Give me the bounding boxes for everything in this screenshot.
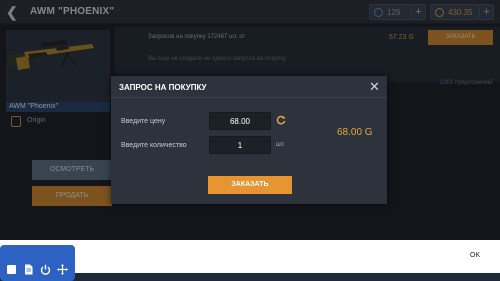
quantity-input[interactable]: 1: [209, 136, 271, 154]
purchase-request-dialog: ЗАПРОС НА ПОКУПКУ ✕ Введите цену 68.00 В…: [111, 76, 387, 204]
close-icon[interactable]: ✕: [369, 80, 380, 94]
bottom-notification-strip: [0, 240, 500, 273]
move-icon[interactable]: [57, 264, 68, 275]
dialog-header: ЗАПРОС НА ПОКУПКУ ✕: [111, 76, 387, 98]
document-icon[interactable]: [23, 264, 34, 275]
gold-currency-icon: [276, 115, 286, 125]
floating-toolbar: [0, 245, 75, 281]
quantity-unit: шт.: [276, 142, 285, 148]
price-label: Введите цену: [121, 118, 166, 125]
app-window: ❮ AWM "PHOENIX" 129 + 430.35 + AWM "Phoe…: [0, 0, 500, 281]
quantity-label: Введите количество: [121, 142, 187, 149]
ok-button[interactable]: OK: [470, 252, 480, 259]
order-button[interactable]: ЗАКАЗАТЬ: [208, 176, 292, 194]
total-price: 68.00 G: [337, 127, 373, 138]
square-icon[interactable]: [6, 264, 17, 275]
footer-bar: [0, 273, 500, 281]
price-input[interactable]: 68.00: [209, 112, 271, 130]
dialog-title: ЗАПРОС НА ПОКУПКУ: [119, 83, 207, 92]
power-icon[interactable]: [40, 264, 51, 275]
